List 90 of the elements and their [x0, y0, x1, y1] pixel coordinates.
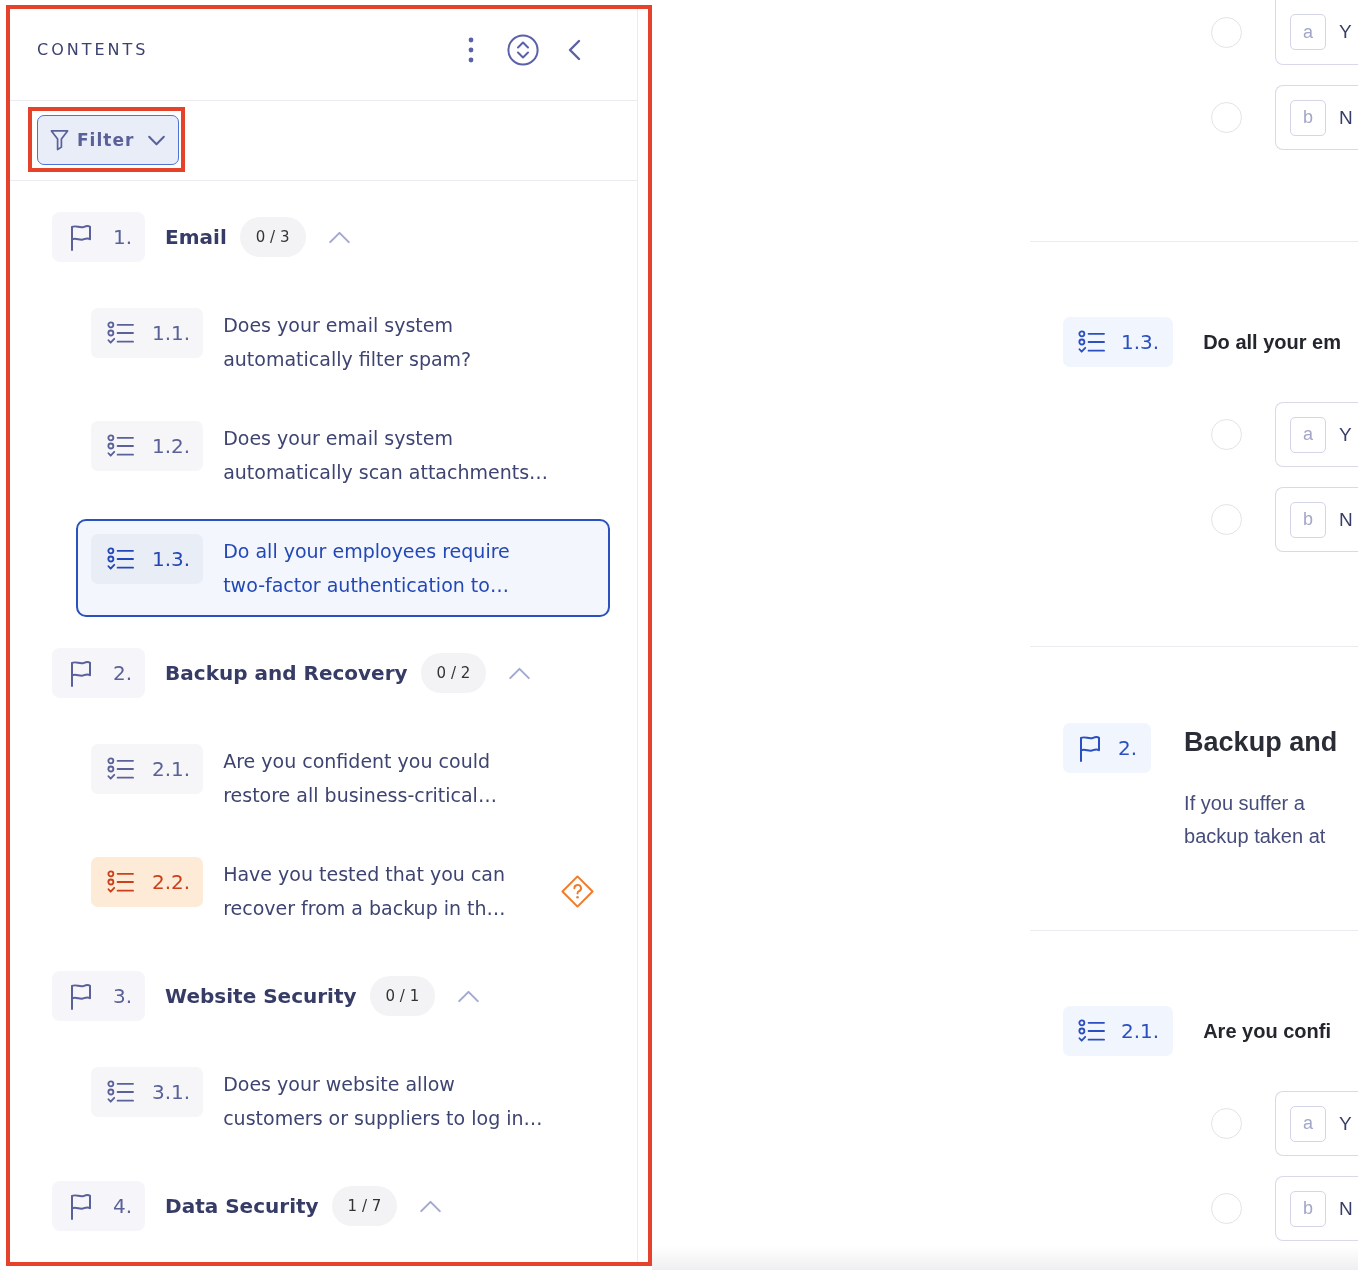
answer-option[interactable]: b N: [1275, 85, 1358, 150]
option-text: N: [1339, 508, 1353, 531]
section-title[interactable]: Backup and Recovery: [165, 661, 408, 685]
answer-option[interactable]: a Y: [1275, 0, 1358, 65]
question-item[interactable]: 3.1. Does your website allow customers or suppliers to log in…: [76, 1052, 610, 1150]
question-item[interactable]: 1.1. Does your email system automatically filter spam?: [76, 293, 610, 391]
chevron-up-icon[interactable]: [457, 989, 481, 1003]
option-letter: a: [1290, 14, 1326, 50]
answer-option[interactable]: a Y: [1275, 402, 1358, 467]
option-text: N: [1339, 106, 1353, 129]
option-letter: b: [1290, 1190, 1326, 1227]
checklist-icon: [107, 545, 134, 573]
checklist-icon: [107, 432, 134, 460]
progress-count: 1 / 7: [331, 1186, 398, 1226]
section-badge[interactable]: 4.: [52, 1181, 146, 1231]
progress-count: 0 / 1: [369, 976, 436, 1016]
chevron-down-icon: [147, 134, 167, 146]
option-text: Y: [1339, 1112, 1352, 1135]
question-text: Are you confi: [1203, 1019, 1331, 1043]
question-text: Does your email system automatically filter spam?: [223, 313, 472, 372]
question-text: Does your email system automatically scan attachments…: [223, 426, 549, 485]
section-number: 2.: [113, 661, 133, 685]
question-number: 2.2.: [152, 870, 191, 894]
section-description: If you suffer a backup taken at: [1184, 791, 1326, 849]
section-title[interactable]: Website Security: [165, 984, 357, 1008]
section-number: 1.: [113, 225, 133, 249]
answer-option[interactable]: b N: [1275, 1176, 1358, 1241]
up-down-chevrons-circle-icon[interactable]: [507, 33, 539, 66]
section-title[interactable]: Email: [165, 225, 227, 249]
question-number: 2.1.: [1121, 1019, 1160, 1043]
funnel-icon: [50, 129, 69, 151]
sidebar-title: CONTENTS: [37, 40, 149, 59]
section-number: 3.: [113, 984, 133, 1008]
question-number: 1.3.: [152, 547, 191, 571]
checklist-icon: [1078, 1017, 1105, 1045]
flag-icon: [69, 1192, 93, 1220]
flag-icon: [69, 982, 93, 1010]
option-text: Y: [1339, 21, 1352, 43]
answer-option[interactable]: b N: [1275, 487, 1358, 552]
radio-button[interactable]: [1211, 419, 1242, 450]
progress-count: 0 / 2: [420, 653, 487, 693]
question-text: Are you confident you could restore all business-critical…: [223, 749, 497, 808]
radio-button[interactable]: [1211, 504, 1242, 535]
flag-icon: [69, 223, 93, 251]
radio-button[interactable]: [1211, 1193, 1242, 1224]
section-badge[interactable]: 2.: [52, 648, 146, 698]
flag-icon: [1078, 734, 1102, 762]
radio-button[interactable]: [1211, 102, 1242, 133]
flag-icon: [69, 659, 93, 687]
question-item[interactable]: 1.2. Does your email system automatically scan attachments…: [76, 406, 610, 504]
option-letter: b: [1290, 501, 1326, 538]
filter-button[interactable]: Filter: [37, 115, 180, 165]
section-title[interactable]: Data Security: [165, 1194, 319, 1218]
question-item[interactable]: 2.2. Have you tested that you can recover from a backup in th…: [76, 842, 610, 940]
kebab-menu-icon[interactable]: [468, 36, 474, 63]
question-number: 1.1.: [152, 321, 191, 345]
progress-count: 0 / 3: [239, 217, 306, 257]
option-letter: a: [1290, 416, 1326, 453]
option-letter: a: [1290, 1105, 1326, 1142]
question-text: Do all your em: [1203, 330, 1341, 354]
question-text: Does your website allow customers or suppliers to log in…: [223, 1072, 543, 1131]
question-item[interactable]: 2.1. Are you confident you could restore all business-critical…: [76, 729, 610, 827]
question-text: Do all your employees require two-factor authentication to…: [223, 539, 510, 598]
checklist-icon: [107, 1078, 134, 1106]
diamond-question-icon: [560, 873, 595, 909]
answer-option[interactable]: a Y: [1275, 1091, 1358, 1156]
section-badge[interactable]: 1.: [52, 212, 146, 262]
question-number: 3.1.: [152, 1080, 191, 1104]
chevron-up-icon[interactable]: [419, 1199, 443, 1213]
question-number: 1.2.: [152, 434, 191, 458]
radio-button[interactable]: [1211, 17, 1242, 48]
radio-button[interactable]: [1211, 1108, 1242, 1139]
question-number: 1.3.: [1121, 330, 1160, 354]
option-letter: b: [1290, 99, 1326, 136]
section-number: 4.: [113, 1194, 133, 1218]
section-heading: Backup and: [1184, 726, 1338, 759]
chevron-up-icon[interactable]: [508, 666, 532, 680]
option-text: Y: [1339, 423, 1352, 446]
question-number: 2.1.: [152, 757, 191, 781]
chevron-up-icon[interactable]: [327, 230, 351, 244]
section-number: 2.: [1118, 736, 1138, 760]
section-badge[interactable]: 3.: [52, 971, 146, 1021]
chevron-left-icon[interactable]: [568, 38, 581, 61]
checklist-icon: [1078, 328, 1105, 356]
question-text: Have you tested that you can recover from a backup in th…: [223, 862, 506, 921]
checklist-icon: [107, 755, 134, 783]
checklist-icon: [107, 868, 134, 896]
checklist-icon: [107, 319, 134, 347]
option-text: N: [1339, 1197, 1353, 1220]
question-item[interactable]: 1.3. Do all your employees require two-factor authentication to…: [76, 519, 610, 617]
